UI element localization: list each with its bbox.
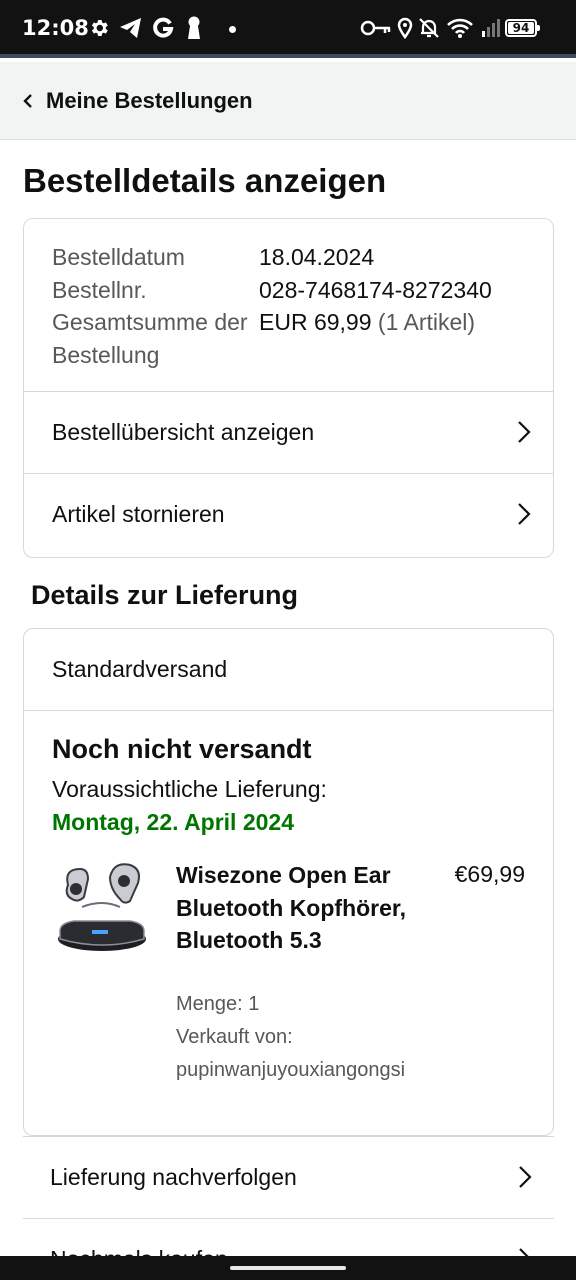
estimated-delivery-date: Montag, 22. April 2024: [52, 809, 294, 835]
chevron-right-icon: [517, 420, 531, 444]
order-total-label: Gesamtsumme der Bestellung: [52, 309, 248, 368]
shipping-method: Standardversand: [24, 629, 553, 711]
signal-icon: [480, 15, 504, 41]
back-button[interactable]: Meine Bestellungen: [0, 62, 253, 139]
cancel-items-link[interactable]: Artikel stornieren: [24, 473, 553, 555]
bell-off-icon: [418, 15, 440, 41]
order-date-value: 18.04.2024: [259, 244, 375, 270]
gear-icon: [88, 15, 110, 41]
track-package-label: Lieferung nachverfolgen: [50, 1164, 297, 1190]
product-title[interactable]: Wisezone Open Ear Bluetooth Kopfhörer, B…: [176, 859, 416, 957]
order-number-label: Bestellnr.: [52, 276, 147, 303]
back-label: Meine Bestellungen: [46, 87, 253, 113]
order-number-row: Bestellnr. 028-7468174-8272340: [52, 274, 532, 307]
shipment-status: Noch nicht versandt: [52, 734, 312, 764]
order-total-row: Gesamtsumme der Bestellung EUR 69,99 (1 …: [52, 306, 532, 371]
key-icon: [360, 15, 392, 41]
chevron-left-icon: [22, 93, 38, 109]
page-title: Bestelldetails anzeigen: [23, 162, 387, 199]
order-date-row: Bestelldatum 18.04.2024: [52, 241, 532, 274]
chevron-right-icon: [517, 502, 531, 526]
order-info: Bestelldatum 18.04.2024 Bestellnr. 028-7…: [52, 241, 532, 371]
order-date-label: Bestelldatum: [52, 244, 185, 270]
order-number-value: 028-7468174-8272340: [259, 276, 492, 303]
home-handle[interactable]: [230, 1266, 346, 1270]
nav-header: Meine Bestellungen: [0, 62, 576, 140]
product-image[interactable]: [54, 859, 150, 959]
view-order-summary-label: Bestellübersicht anzeigen: [52, 419, 315, 445]
location-icon: [396, 15, 414, 41]
telegram-icon: [119, 15, 143, 41]
item-count: (1 Artikel): [377, 309, 476, 335]
keyhole-icon: [184, 15, 204, 41]
view-order-summary-link[interactable]: Bestellübersicht anzeigen: [24, 391, 553, 473]
gesture-navigation-bar: [0, 1256, 576, 1280]
battery-indicator: 94: [505, 19, 540, 37]
status-bar: 12:08 94: [0, 0, 576, 58]
clock: 12:08: [22, 16, 89, 40]
product-price: €69,99: [454, 861, 525, 887]
cancel-items-label: Artikel stornieren: [52, 501, 225, 527]
total-amount: EUR 69,99: [259, 309, 372, 335]
order-summary-card: Bestelldatum 18.04.2024 Bestellnr. 028-7…: [23, 218, 554, 558]
google-icon: [152, 15, 174, 41]
estimated-delivery-label: Voraussichtliche Lieferung:: [52, 776, 327, 802]
delivery-card: Standardversand Noch nicht versandt Vora…: [23, 628, 554, 1136]
order-total-value: EUR 69,99 (1 Artikel): [259, 306, 475, 371]
notification-dot: [229, 26, 236, 33]
product-quantity: Menge: 1: [176, 993, 260, 1015]
wifi-icon: [446, 15, 474, 41]
chevron-right-icon: [518, 1165, 532, 1189]
seller-label: Verkauft von:: [176, 1026, 293, 1048]
delivery-section-title: Details zur Lieferung: [31, 580, 299, 610]
seller-name: pupinwanjuyouxiangongsi: [176, 1059, 406, 1081]
track-package-link[interactable]: Lieferung nachverfolgen: [23, 1136, 554, 1218]
